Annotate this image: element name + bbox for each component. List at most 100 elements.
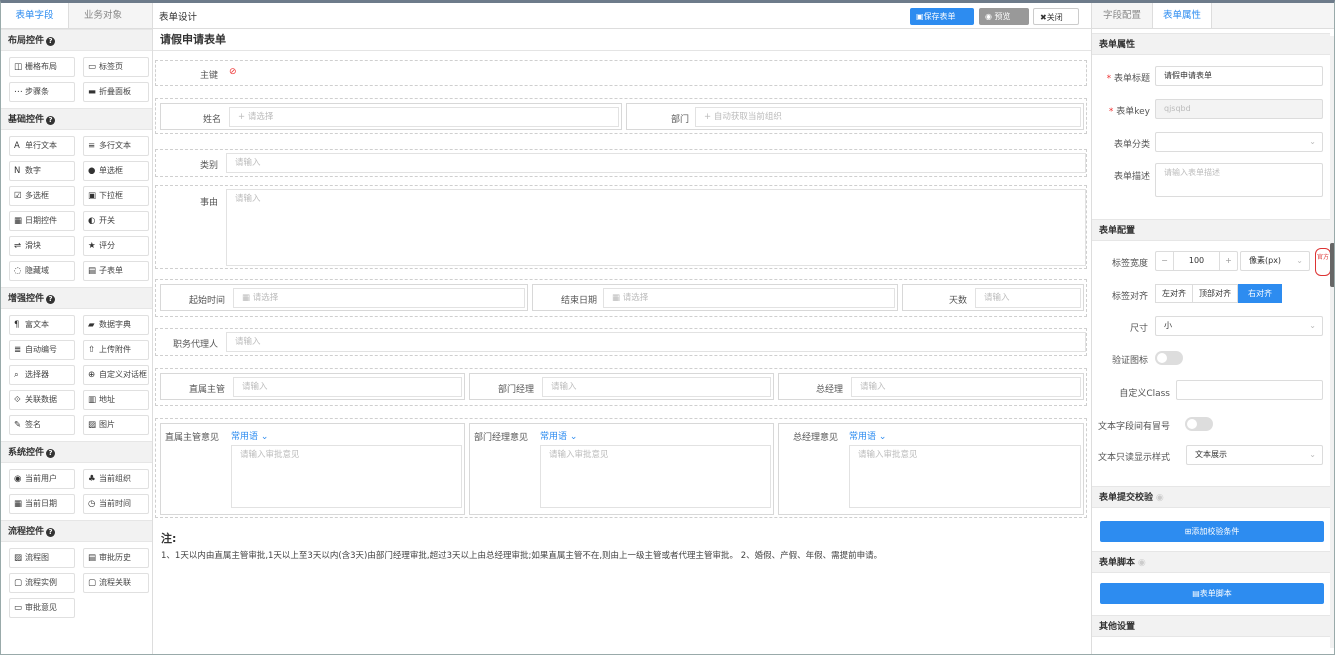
scrollbar-thumb[interactable]: [1330, 243, 1334, 287]
date-row[interactable]: 起始时间 ▦ 请选择 结束日期 ▦ 请选择 天数 请输入: [155, 279, 1087, 317]
palette-item[interactable]: ▭ 标签页: [83, 57, 149, 77]
current-org-icon: ♣: [88, 474, 96, 484]
palette-item-label: 流程关联: [99, 578, 131, 587]
palette-item[interactable]: ≣ 自动编号: [9, 340, 75, 360]
tab-form-props[interactable]: 表单属性: [1152, 3, 1212, 28]
deputy-row[interactable]: 职务代理人 请输入: [155, 328, 1087, 356]
form-category-select[interactable]: ⌄: [1155, 132, 1323, 152]
start-date-picker[interactable]: ▦ 请选择: [233, 288, 525, 308]
tab-field-config[interactable]: 字段配置: [1092, 3, 1152, 28]
label-width-stepper[interactable]: − 100 +: [1155, 251, 1238, 271]
palette-item[interactable]: ● 单选框: [83, 161, 149, 181]
custom-class-input[interactable]: [1176, 380, 1323, 400]
palette-item[interactable]: ⌕ 选择器: [9, 365, 75, 385]
palette-item[interactable]: ▤ 子表单: [83, 261, 149, 281]
gm-input[interactable]: 请输入: [851, 377, 1081, 397]
dept-selector[interactable]: + 自动获取当前组织: [695, 107, 1081, 127]
supervisor-label: 直属主管: [188, 385, 225, 395]
palette-item[interactable]: ♣ 当前组织: [83, 469, 149, 489]
primary-key-row[interactable]: 主键 ⊘: [155, 60, 1087, 86]
reason-textarea[interactable]: 请输入: [226, 189, 1086, 266]
category-row[interactable]: 类别 请输入: [155, 149, 1087, 177]
palette-item[interactable]: ★ 评分: [83, 236, 149, 256]
section-title-text: 系统控件: [8, 448, 45, 458]
colon-toggle[interactable]: [1185, 417, 1213, 431]
sup-opinion-textarea[interactable]: 请输入审批意见: [231, 445, 462, 508]
form-desc-textarea[interactable]: 请输入表单描述: [1155, 163, 1323, 197]
tab-form-fields[interactable]: 表单字段: [1, 3, 69, 28]
palette-item[interactable]: ▤ 审批历史: [83, 548, 149, 568]
align-left-button[interactable]: 左对齐: [1155, 284, 1193, 303]
palette-item[interactable]: ▥ 地址: [83, 390, 149, 410]
plus-icon[interactable]: +: [1219, 252, 1237, 270]
reason-row[interactable]: 事由 请输入: [155, 185, 1087, 269]
palette-item[interactable]: ▭ 审批意见: [9, 598, 75, 618]
form-props-section: 表单属性: [1092, 33, 1330, 55]
palette-item[interactable]: ▢ 流程关联: [83, 573, 149, 593]
size-select[interactable]: 小 ⌄: [1155, 316, 1323, 336]
supervisor-input[interactable]: 请输入: [233, 377, 462, 397]
sup-common-phrase-dropdown[interactable]: 常用语 ⌄: [231, 429, 268, 442]
autonumber-icon: ≣: [14, 345, 22, 355]
mgr-common-phrase-dropdown[interactable]: 常用语 ⌄: [540, 429, 577, 442]
form-key-input[interactable]: qjsqbd: [1155, 99, 1323, 119]
deputy-input[interactable]: 请输入: [226, 332, 1086, 352]
scrollbar[interactable]: [1330, 36, 1334, 648]
palette-item[interactable]: ✎ 签名: [9, 415, 75, 435]
mgr-opinion-textarea[interactable]: 请输入审批意见: [540, 445, 771, 508]
palette-item[interactable]: A 单行文本: [9, 136, 75, 156]
palette-item[interactable]: ▨ 图片: [83, 415, 149, 435]
gm-common-phrase-dropdown[interactable]: 常用语 ⌄: [849, 429, 886, 442]
save-form-button[interactable]: ▣保存表单: [910, 8, 974, 25]
palette-item[interactable]: ⟐ 关联数据: [9, 390, 75, 410]
properties-tabs: 字段配置 表单属性: [1092, 3, 1334, 29]
palette-item[interactable]: ▣ 下拉框: [83, 186, 149, 206]
opinion-row[interactable]: 直属主管意见 常用语 ⌄ 请输入审批意见 部门经理意见 常用语 ⌄ 请输入审批意…: [155, 418, 1087, 518]
add-validate-button[interactable]: ⊞添加校验条件: [1100, 521, 1324, 542]
gm-opinion-label: 总经理意见: [793, 433, 839, 443]
palette-item[interactable]: ◉ 当前用户: [9, 469, 75, 489]
palette-item[interactable]: ◌ 隐藏域: [9, 261, 75, 281]
minus-icon[interactable]: −: [1156, 252, 1174, 270]
palette-item[interactable]: ☑ 多选框: [9, 186, 75, 206]
close-button[interactable]: ✖关闭: [1033, 8, 1079, 25]
palette-item[interactable]: ◐ 开关: [83, 211, 149, 231]
unit-select[interactable]: 像素(px) ⌄: [1240, 251, 1310, 271]
palette-item[interactable]: ▦ 当前日期: [9, 494, 75, 514]
palette-item[interactable]: ¶ 富文本: [9, 315, 75, 335]
name-dept-row[interactable]: 姓名 + 请选择 部门 + 自动获取当前组织: [155, 98, 1087, 134]
palette-item[interactable]: ⊕ 自定义对话框: [83, 365, 149, 385]
dept-manager-input[interactable]: 请输入: [542, 377, 771, 397]
palette-item[interactable]: ◫ 栅格布局: [9, 57, 75, 77]
category-input[interactable]: 请输入: [226, 153, 1086, 173]
tab-business-objects[interactable]: 业务对象: [69, 3, 137, 28]
name-selector[interactable]: + 请选择: [229, 107, 619, 127]
verify-icon-toggle[interactable]: [1155, 351, 1183, 365]
palette-item[interactable]: ⇧ 上传附件: [83, 340, 149, 360]
align-right-button[interactable]: 右对齐: [1238, 284, 1282, 303]
palette-item[interactable]: ⇌ 滑块: [9, 236, 75, 256]
palette-item[interactable]: ◷ 当前时间: [83, 494, 149, 514]
readonly-style-select[interactable]: 文本展示 ⌄: [1186, 445, 1323, 465]
section-title-text: 基础控件: [8, 115, 45, 125]
chevron-down-icon: ⌄: [1309, 137, 1316, 146]
end-date-picker[interactable]: ▦ 请选择: [603, 288, 895, 308]
days-input[interactable]: 请输入: [975, 288, 1081, 308]
form-script-button[interactable]: ▤表单脚本: [1100, 583, 1324, 604]
properties-panel: 字段配置 表单属性 表单属性 * 表单标题 请假申请表单 * 表单key qjs…: [1091, 3, 1334, 654]
tab-icon: ▭: [88, 62, 97, 72]
palette-item[interactable]: N 数字: [9, 161, 75, 181]
preview-button[interactable]: ◉ 预览: [979, 8, 1029, 25]
palette-item[interactable]: ▬ 折叠面板: [83, 82, 149, 102]
palette-item[interactable]: ▰ 数据字典: [83, 315, 149, 335]
form-title-input[interactable]: 请假申请表单: [1155, 66, 1323, 86]
palette-item[interactable]: ⋯ 步骤条: [9, 82, 75, 102]
custom-dialog-icon: ⊕: [88, 370, 96, 380]
palette-item[interactable]: ▨ 流程图: [9, 548, 75, 568]
palette-item[interactable]: ▢ 流程实例: [9, 573, 75, 593]
align-top-button[interactable]: 顶部对齐: [1193, 284, 1238, 303]
approver-row[interactable]: 直属主管 请输入 部门经理 请输入 总经理 请输入: [155, 368, 1087, 406]
palette-item[interactable]: ▦ 日期控件: [9, 211, 75, 231]
palette-item[interactable]: ≡ 多行文本: [83, 136, 149, 156]
gm-opinion-textarea[interactable]: 请输入审批意见: [849, 445, 1081, 508]
